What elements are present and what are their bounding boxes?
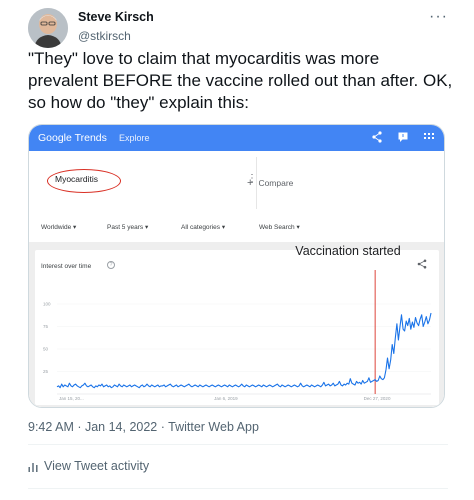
explore-link: Explore <box>119 133 150 143</box>
search-term-box: Myocarditis ⋮ <box>35 157 257 209</box>
tweet-timestamp[interactable]: 9:42 AM · Jan 14, 2022 · Twitter Web App <box>28 420 259 434</box>
feedback-icon <box>398 132 408 142</box>
plus-icon: + <box>247 177 254 189</box>
y-tick-label: 25 <box>43 369 49 374</box>
divider <box>28 488 448 489</box>
tweet-header: Steve Kirsch @stkirsch ··· <box>28 8 448 48</box>
filter-label: Worldwide <box>41 224 72 231</box>
avatar[interactable] <box>28 8 68 48</box>
share-icon <box>372 131 382 143</box>
y-tick-label: 50 <box>43 347 49 352</box>
filter-label: Past 5 years <box>107 224 144 231</box>
trend-chart: 25 50 75 100 Jan 15, 20... Jan 6, 2019 Dec 27,… <box>43 270 432 401</box>
compare-label: Compare <box>258 178 294 188</box>
filter-category: All categories ▾ <box>181 224 226 231</box>
filter-property: Web Search ▾ <box>259 224 300 231</box>
filter-label: All categories <box>181 224 221 231</box>
interest-over-time-panel: Interest over time ? Vaccination started… <box>35 244 439 405</box>
more-options-icon[interactable]: ··· <box>429 8 448 26</box>
compare-button: + Compare <box>247 177 293 189</box>
view-activity-link[interactable]: View Tweet activity <box>28 459 149 473</box>
y-tick-label: 100 <box>43 302 51 307</box>
view-activity-label[interactable]: View Tweet activity <box>44 459 149 473</box>
x-tick-label: Dec 27, 2020 <box>364 396 391 401</box>
filters-row: Worldwide ▾ Past 5 years ▾ All categorie… <box>41 223 421 235</box>
apps-grid-icon <box>424 133 434 139</box>
y-tick-label: 75 <box>43 324 49 329</box>
x-tick-label: Jan 6, 2019 <box>214 396 238 401</box>
tweet-text: "They" love to claim that myocarditis wa… <box>28 49 453 112</box>
author-handle[interactable]: @stkirsch <box>78 29 131 43</box>
tweet-image[interactable]: Google Trends Explore Myocarditis ⋮ + Com… <box>28 124 445 408</box>
x-tick-label: Jan 15, 20... <box>59 396 84 401</box>
author-name[interactable]: Steve Kirsch <box>78 10 154 24</box>
divider <box>28 444 448 445</box>
search-term: Myocarditis <box>55 174 98 184</box>
filter-region: Worldwide ▾ <box>41 224 77 231</box>
google-trends-header: Google Trends Explore <box>29 125 444 151</box>
filter-time: Past 5 years ▾ <box>107 224 149 231</box>
analytics-icon <box>28 462 38 472</box>
google-trends-logo: Google Trends <box>38 132 107 144</box>
filter-label: Web Search <box>259 224 295 231</box>
